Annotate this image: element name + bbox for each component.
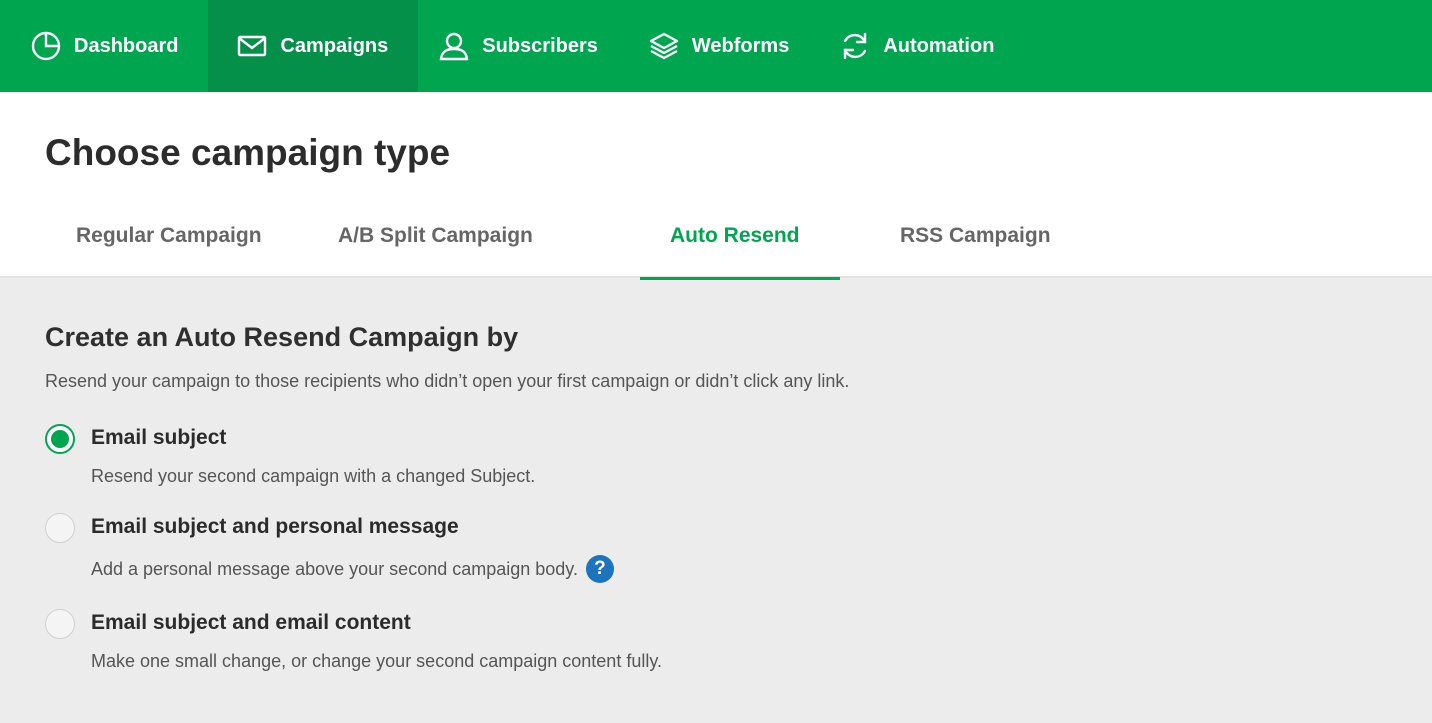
nav-campaigns[interactable]: Campaigns [208, 0, 419, 92]
tab-auto-resend[interactable]: Auto Resend [640, 216, 840, 280]
option-label: Email subject [91, 426, 227, 449]
tab-rss-campaign[interactable]: RSS Campaign [840, 216, 1081, 278]
nav-subscribers-label: Subscribers [482, 34, 598, 57]
auto-resend-panel: Create an Auto Resend Campaign by Resend… [0, 278, 1432, 672]
section-description: Resend your campaign to those recipients… [45, 371, 850, 391]
campaign-type-tabs: Regular Campaign A/B Split Campaign Auto… [46, 216, 1081, 280]
option-description: Resend your second campaign with a chang… [91, 466, 536, 486]
help-icon[interactable]: ? [585, 555, 614, 583]
option-email-subject-personal-message[interactable]: Email subject and personal message Add a… [45, 513, 1387, 583]
user-icon [439, 32, 469, 61]
refresh-icon [844, 32, 867, 60]
tab-ab-split-campaign[interactable]: A/B Split Campaign [308, 216, 640, 278]
nav-webforms-label: Webforms [691, 34, 790, 57]
option-description: Add a personal message above your second… [91, 558, 578, 579]
radio-email-subject[interactable] [45, 424, 75, 454]
radio-email-subject-personal-message[interactable] [45, 513, 75, 543]
option-label: Email subject and email content [91, 611, 411, 634]
option-description-row: Add a personal message above your second… [91, 555, 1387, 583]
option-email-subject-email-content[interactable]: Email subject and email content Make one… [45, 609, 1387, 672]
nav-subscribers[interactable]: Subscribers [418, 0, 628, 92]
tab-regular-campaign[interactable]: Regular Campaign [46, 216, 308, 278]
nav-automation[interactable]: Automation [819, 0, 1024, 92]
dashboard-icon [31, 31, 61, 61]
option-description-row: Resend your second campaign with a chang… [91, 466, 1387, 487]
top-navigation: Dashboard Campaigns Subscribers Webforms… [0, 0, 1432, 92]
nav-automation-label: Automation [883, 34, 995, 57]
envelope-icon [238, 35, 267, 57]
layers-icon [649, 32, 679, 60]
radio-email-subject-email-content[interactable] [45, 609, 75, 639]
option-description-row: Make one small change, or change your se… [91, 651, 1387, 672]
nav-dashboard[interactable]: Dashboard [10, 0, 208, 92]
nav-campaigns-label: Campaigns [280, 34, 389, 57]
option-email-subject[interactable]: Email subject Resend your second campaig… [45, 424, 1387, 487]
page-title: Choose campaign type [45, 132, 451, 173]
option-description: Make one small change, or change your se… [91, 651, 662, 671]
option-label: Email subject and personal message [91, 515, 459, 538]
nav-dashboard-label: Dashboard [74, 34, 179, 57]
nav-webforms[interactable]: Webforms [628, 0, 819, 92]
page-header: Choose campaign type Regular Campaign A/… [0, 92, 1432, 280]
section-title: Create an Auto Resend Campaign by [45, 322, 519, 352]
